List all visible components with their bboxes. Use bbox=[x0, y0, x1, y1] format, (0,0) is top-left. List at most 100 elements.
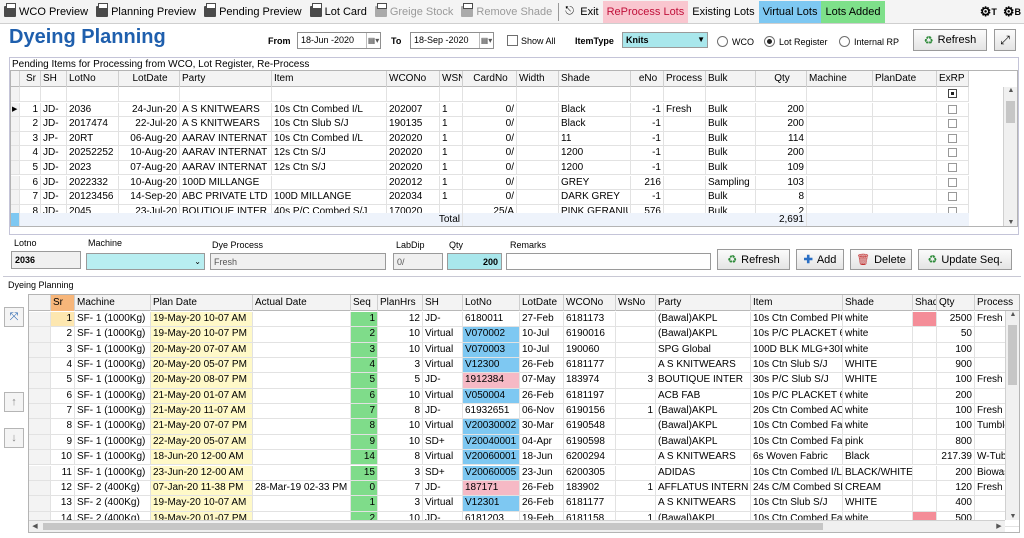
cell-wsno[interactable]: 1 bbox=[616, 404, 656, 420]
cell-wsn[interactable]: 1 bbox=[440, 190, 463, 205]
cell-shade[interactable] bbox=[913, 480, 937, 497]
cell-lotdate[interactable]: 30-Mar bbox=[520, 419, 564, 435]
cell-wsn[interactable]: 1 bbox=[440, 175, 463, 191]
cell-cardno[interactable]: 0/ bbox=[463, 117, 517, 132]
cell-sr[interactable]: 12 bbox=[51, 480, 75, 497]
cell-eno[interactable]: -1 bbox=[631, 131, 664, 147]
cell-shade[interactable] bbox=[913, 388, 937, 405]
cell-eno[interactable]: -1 bbox=[631, 102, 664, 118]
exrp-checkbox[interactable] bbox=[948, 177, 957, 187]
cell-planhrs[interactable]: 3 bbox=[378, 465, 423, 481]
move-down-icon[interactable]: ↓ bbox=[4, 428, 24, 448]
cell-wsno[interactable]: 1 bbox=[616, 480, 656, 497]
cell-shade[interactable] bbox=[913, 327, 937, 343]
cell-plan-date[interactable]: 22-May-20 05-07 AM bbox=[151, 434, 253, 451]
tab-virtual-lots[interactable]: Virtual Lots bbox=[758, 0, 822, 23]
cell-machine[interactable] bbox=[807, 175, 873, 191]
cell-sr[interactable]: 10 bbox=[51, 450, 75, 466]
exrp-checkbox[interactable] bbox=[948, 192, 957, 202]
cell-item[interactable]: 10s Ctn Slub S/J bbox=[272, 117, 387, 132]
cell-wcono[interactable]: 6181197 bbox=[564, 388, 616, 405]
exrp-checkbox[interactable] bbox=[948, 148, 957, 158]
cell-machine[interactable]: SF- 1 (1000Kg) bbox=[75, 342, 151, 359]
cell-qty[interactable]: 217.39 bbox=[937, 450, 975, 466]
cell-lotno[interactable]: V20060005 bbox=[463, 465, 520, 481]
cell-planhrs[interactable]: 10 bbox=[378, 342, 423, 359]
cell-shade[interactable]: Black bbox=[559, 102, 631, 118]
cell-lotdate[interactable]: 18-Jun bbox=[520, 450, 564, 466]
table-row[interactable]: 6 SF- 1 (1000Kg) 21-May-20 01-07 AM 6 10 Virt… bbox=[29, 388, 1019, 405]
column-header-sh[interactable]: SH bbox=[41, 71, 67, 87]
column-header-item[interactable]: Item bbox=[751, 295, 843, 311]
show-all-checkbox[interactable] bbox=[507, 35, 518, 46]
cell-shade[interactable] bbox=[913, 450, 937, 466]
cell-lotdate[interactable]: 14-Sep-20 bbox=[119, 190, 180, 205]
pending-vertical-scrollbar[interactable]: ▲ ▼ bbox=[1003, 87, 1017, 226]
cell-lotdate[interactable]: 07-Aug-20 bbox=[119, 160, 180, 176]
form-refresh-button[interactable]: ♻ Refresh bbox=[717, 249, 790, 270]
cell-plan-date[interactable]: 21-May-20 01-07 AM bbox=[151, 388, 253, 405]
cell-wcono[interactable]: 6200305 bbox=[564, 465, 616, 481]
cell-qty[interactable]: 8 bbox=[756, 190, 807, 205]
pending-preview-button[interactable]: Pending Preview bbox=[200, 1, 306, 23]
cell-lotdate[interactable]: 04-Apr bbox=[520, 434, 564, 451]
cell-lotdate[interactable]: 06-Aug-20 bbox=[119, 131, 180, 147]
cell-eno[interactable]: -1 bbox=[631, 146, 664, 161]
cell-cardno[interactable]: 0/ bbox=[463, 146, 517, 161]
table-row[interactable]: 4 JD- 20252252 10-Aug-20 AARAV INTERNAT 12s C… bbox=[11, 146, 969, 161]
cell-bulk[interactable]: Bulk bbox=[706, 190, 756, 205]
cell-shade[interactable] bbox=[913, 434, 937, 451]
cell-qty[interactable]: 100 bbox=[937, 342, 975, 359]
cell-exrp[interactable] bbox=[937, 175, 969, 191]
cell-lotno[interactable]: 2022332 bbox=[67, 175, 119, 191]
cell-sr[interactable]: 1 bbox=[20, 102, 41, 118]
cell-party[interactable]: (Bawal)AKPL bbox=[656, 312, 751, 328]
cell-item[interactable]: 10s Ctn Combed I/L bbox=[272, 131, 387, 147]
column-header-machine[interactable]: Machine bbox=[75, 295, 151, 311]
cell-party[interactable]: AFFLATUS INTERN bbox=[656, 480, 751, 497]
cell-item[interactable]: 30s P/C Slub S/J bbox=[751, 373, 843, 389]
row-indicator[interactable]: ▶ bbox=[11, 102, 20, 118]
cell-seq[interactable]: 4 bbox=[351, 358, 378, 374]
cell-shade[interactable] bbox=[913, 465, 937, 481]
cell-plan-date[interactable]: 21-May-20 11-07 AM bbox=[151, 404, 253, 420]
cell-party[interactable]: SPG Global bbox=[656, 342, 751, 359]
column-header-sr[interactable]: Sr bbox=[51, 295, 75, 311]
cell-lotdate[interactable]: 10-Jul bbox=[520, 342, 564, 359]
cell-wcono[interactable]: 202020 bbox=[387, 131, 440, 147]
cell-plan-date[interactable]: 20-May-20 07-07 AM bbox=[151, 342, 253, 359]
column-header-item[interactable]: Item bbox=[272, 71, 387, 87]
column-header-actual-date[interactable]: Actual Date bbox=[253, 295, 351, 311]
cell-exrp[interactable] bbox=[937, 117, 969, 132]
cell-qty[interactable]: 200 bbox=[937, 388, 975, 405]
cell-lotno[interactable]: V12301 bbox=[463, 496, 520, 512]
cell-lotdate[interactable]: 26-Feb bbox=[520, 388, 564, 405]
cell-sh[interactable]: JD- bbox=[41, 146, 67, 161]
cell-machine[interactable]: SF- 1 (1000Kg) bbox=[75, 434, 151, 451]
cell-sr[interactable]: 8 bbox=[51, 419, 75, 435]
cell-planhrs[interactable]: 3 bbox=[378, 496, 423, 512]
settings-button-0[interactable]: ⚙ T bbox=[977, 4, 1000, 20]
scroll-right-arrow-icon[interactable]: ▶ bbox=[993, 522, 1005, 530]
cell-machine[interactable] bbox=[807, 160, 873, 176]
cell-sr[interactable]: 11 bbox=[51, 465, 75, 481]
cell-exrp[interactable] bbox=[937, 160, 969, 176]
cell-plan-date[interactable]: 19-May-20 10-07 AM bbox=[151, 496, 253, 512]
cell-wsno[interactable] bbox=[616, 434, 656, 451]
cell-sh[interactable]: JD- bbox=[423, 480, 463, 497]
column-header-wcono[interactable]: WCONo bbox=[564, 295, 616, 311]
cell-qty[interactable]: 2500 bbox=[937, 312, 975, 328]
row-indicator[interactable] bbox=[11, 160, 20, 176]
cell-machine[interactable] bbox=[807, 190, 873, 205]
cell-process[interactable] bbox=[664, 160, 706, 176]
cell-shade[interactable]: CREAM bbox=[843, 480, 913, 497]
cell-machine[interactable]: SF- 1 (1000Kg) bbox=[75, 465, 151, 481]
to-date-picker[interactable]: 18-Sep -2020 ▦▾ bbox=[410, 32, 494, 49]
filter-cell[interactable] bbox=[631, 87, 664, 102]
scroll-up-arrow-icon[interactable]: ▲ bbox=[1004, 87, 1017, 94]
cell-lotno[interactable]: 20123456 bbox=[67, 190, 119, 205]
column-header-lotno[interactable]: LotNo bbox=[67, 71, 119, 87]
column-header-wsno[interactable]: WsNo bbox=[616, 295, 656, 311]
cell-item[interactable] bbox=[272, 175, 387, 191]
cell-lotno[interactable]: 1912384 bbox=[463, 373, 520, 389]
